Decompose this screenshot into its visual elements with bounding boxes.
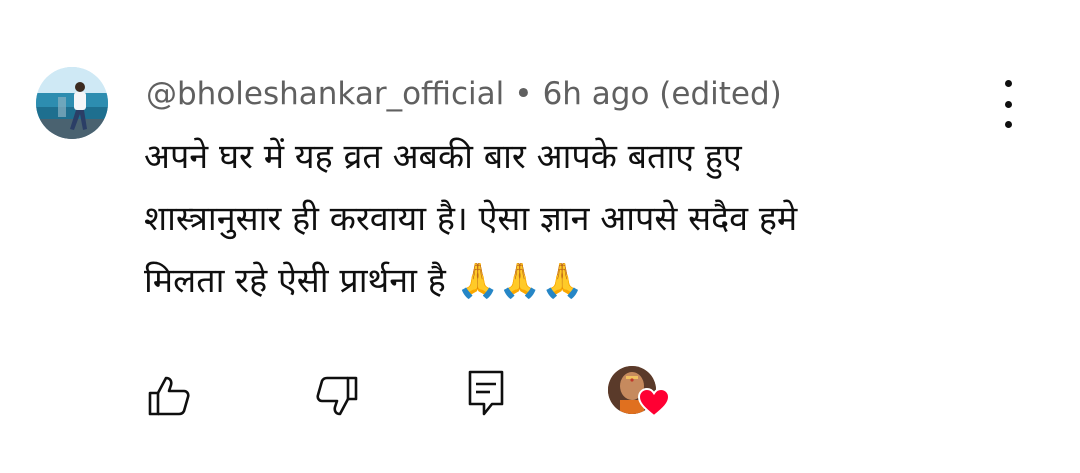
comment-line: अपने घर में यह व्रत अबकी बार आपके बताए ह…: [144, 137, 742, 177]
user-avatar[interactable]: [36, 67, 108, 139]
comment-meta: @bholeshankar_official • 6h ago (edited): [146, 72, 782, 116]
comment-card: @bholeshankar_official • 6h ago (edited)…: [0, 0, 1080, 473]
meta-separator: •: [514, 76, 533, 112]
comment-line: मिलता रहे ऐसी प्रार्थना है 🙏🙏🙏: [144, 261, 584, 301]
reply-comment-icon: [468, 370, 504, 416]
dislike-button[interactable]: [312, 372, 360, 420]
like-button[interactable]: [146, 372, 194, 420]
menu-dot: [1004, 100, 1012, 108]
thumbs-down-icon: [316, 376, 358, 416]
comment-text: अपने घर में यह व्रत अबकी बार आपके बताए ह…: [144, 126, 1024, 312]
more-vertical-icon[interactable]: [992, 80, 1024, 128]
comment-line: शास्त्रानुसार ही करवाया है। ऐसा ज्ञान आप…: [144, 199, 798, 239]
thumbs-up-icon: [148, 376, 190, 416]
heart-icon: [638, 388, 670, 418]
comment-author[interactable]: @bholeshankar_official: [146, 76, 504, 112]
comment-timestamp: 6h ago (edited): [542, 76, 782, 112]
reply-button[interactable]: [462, 368, 510, 416]
menu-dot: [1004, 80, 1012, 87]
comment-actions: [0, 360, 1080, 430]
creator-heart-badge[interactable]: [608, 366, 672, 426]
avatar-image: [36, 67, 108, 139]
